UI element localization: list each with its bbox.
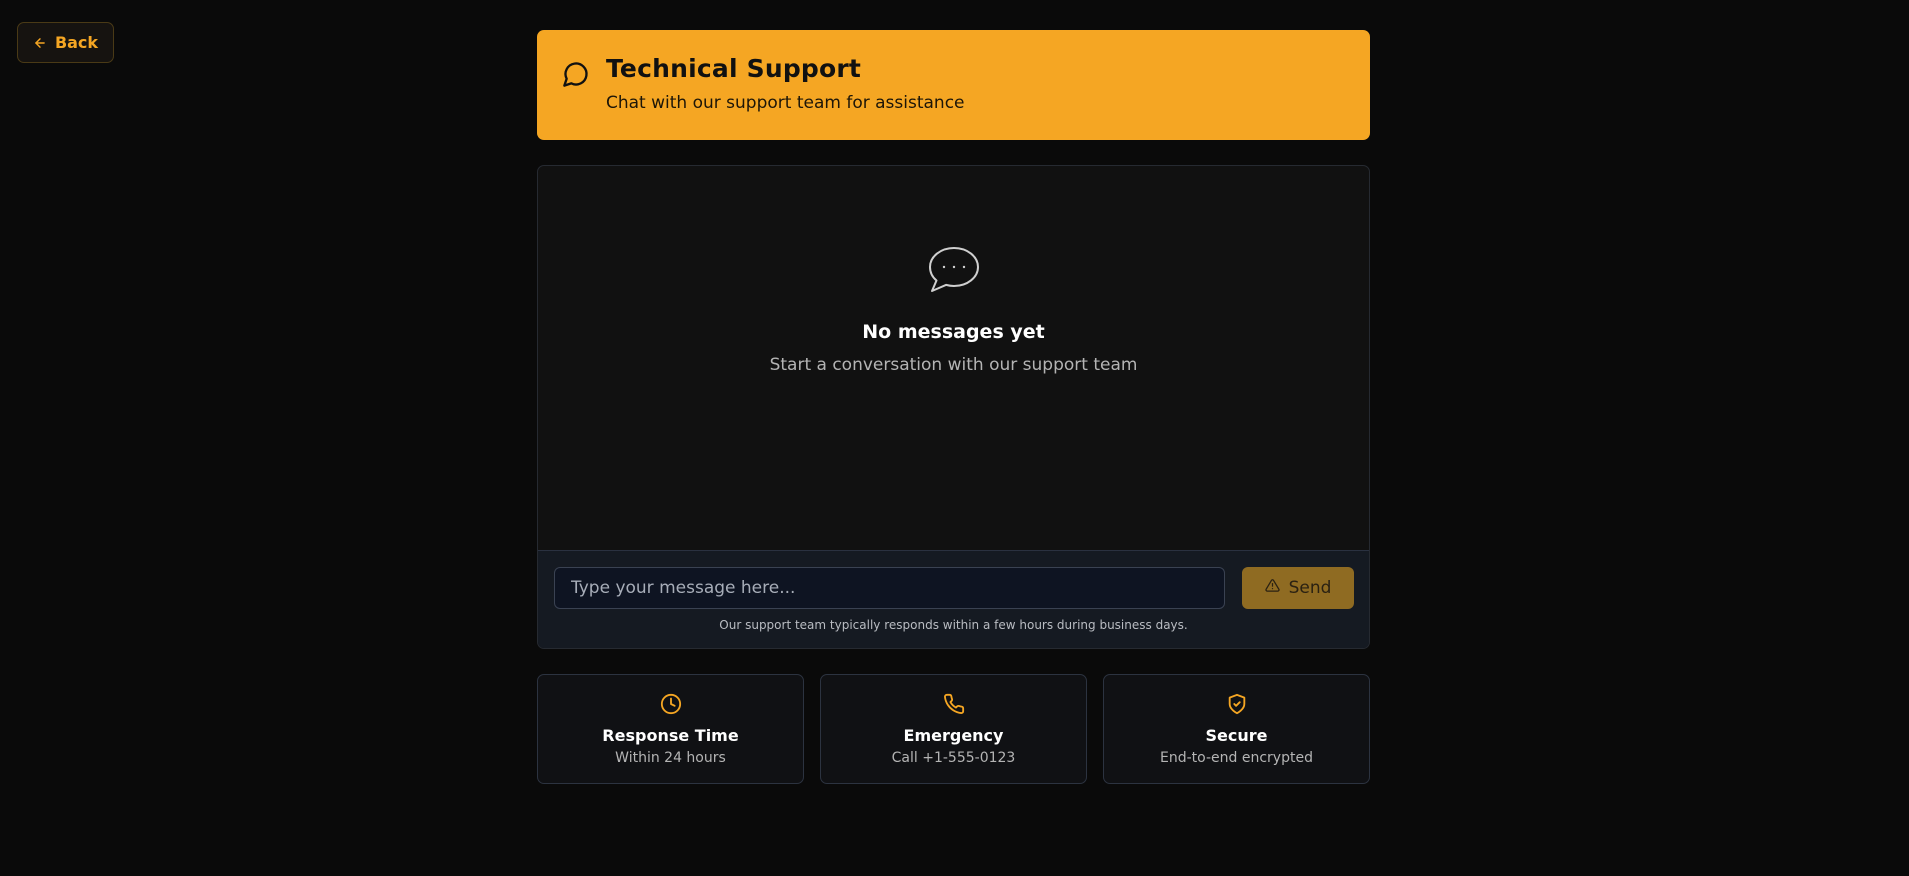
message-circle-icon: [562, 60, 590, 92]
response-note: Our support team typically responds with…: [719, 618, 1188, 632]
phone-icon: [943, 693, 965, 719]
page-subtitle: Chat with our support team for assistanc…: [606, 93, 965, 113]
support-header: Technical Support Chat with our support …: [537, 30, 1370, 140]
info-card-response-time: Response Time Within 24 hours: [537, 674, 804, 784]
shield-check-icon: [1226, 693, 1248, 719]
send-button[interactable]: Send: [1242, 567, 1354, 609]
arrow-left-icon: [33, 36, 47, 50]
card-subtitle: Call +1-555-0123: [891, 750, 1016, 766]
empty-state-subtitle: Start a conversation with our support te…: [769, 355, 1138, 375]
support-container: Technical Support Chat with our support …: [537, 30, 1370, 784]
back-label: Back: [54, 33, 99, 52]
message-dots-icon: [927, 245, 981, 299]
page-title: Technical Support: [606, 54, 862, 83]
message-composer: Send Our support team typically responds…: [538, 551, 1369, 648]
card-title: Emergency: [903, 726, 1004, 745]
clock-icon: [660, 693, 682, 719]
messages-area: No messages yet Start a conversation wit…: [538, 166, 1369, 551]
back-button[interactable]: Back: [17, 22, 114, 63]
message-input[interactable]: [554, 567, 1225, 609]
card-title: Response Time: [602, 726, 739, 745]
chat-panel: No messages yet Start a conversation wit…: [537, 165, 1370, 649]
card-title: Secure: [1205, 726, 1268, 745]
info-cards: Response Time Within 24 hours Emergency …: [537, 674, 1370, 784]
info-card-secure: Secure End-to-end encrypted: [1103, 674, 1370, 784]
empty-state-title: No messages yet: [862, 321, 1045, 343]
send-label: Send: [1288, 578, 1332, 598]
info-card-emergency: Emergency Call +1-555-0123: [820, 674, 1087, 784]
card-subtitle: End-to-end encrypted: [1160, 750, 1313, 766]
alert-triangle-icon: [1264, 578, 1280, 598]
card-subtitle: Within 24 hours: [615, 750, 726, 766]
